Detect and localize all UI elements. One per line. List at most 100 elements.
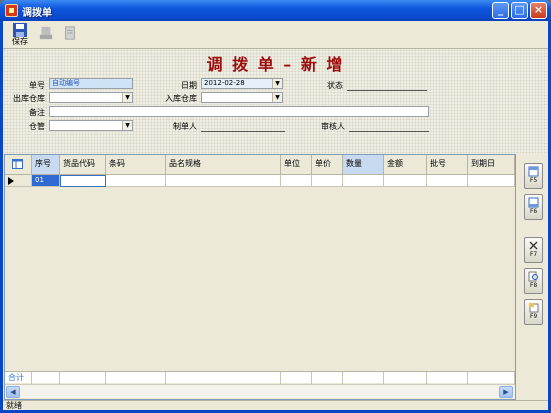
toolbar: 保存 — [3, 21, 548, 49]
total-cell — [106, 372, 166, 384]
window-title: 调拨单 — [22, 8, 52, 19]
delete-row-button[interactable]: F7 — [524, 237, 543, 263]
search-icon — [528, 271, 538, 282]
chevron-down-icon[interactable]: ▼ — [122, 93, 132, 102]
column-header[interactable]: 金额 — [384, 155, 427, 175]
import-icon — [529, 303, 539, 313]
status-field — [347, 90, 427, 91]
status-bar: 就绪 — [3, 400, 548, 410]
remark-label: 备注 — [29, 108, 45, 117]
column-header[interactable]: 品名规格 — [166, 155, 281, 175]
total-cell — [427, 372, 468, 384]
order-no-label: 单号 — [29, 81, 45, 90]
column-header[interactable]: 单位 — [281, 155, 312, 175]
insert-row-icon — [528, 166, 539, 177]
print-button[interactable] — [59, 23, 81, 47]
grid-header: 序号 货品代码 条码 品名规格 单位 单价 数量 金额 批号 到期日 — [5, 155, 515, 175]
total-cell — [32, 372, 60, 384]
insert-row-button[interactable]: F5 — [524, 163, 543, 189]
column-header[interactable]: 条码 — [106, 155, 166, 175]
name-spec-cell[interactable] — [166, 175, 281, 187]
floppy-disk-icon — [13, 23, 27, 37]
quantity-cell[interactable] — [343, 175, 384, 187]
chevron-down-icon[interactable]: ▼ — [272, 79, 282, 88]
total-cell — [384, 372, 427, 384]
order-no-field[interactable]: 自动编号 — [49, 78, 133, 89]
delete-row-key: F7 — [529, 251, 538, 258]
column-header[interactable]: 单价 — [312, 155, 343, 175]
grid-corner[interactable] — [5, 155, 32, 175]
barcode-cell[interactable] — [106, 175, 166, 187]
audit-button[interactable] — [35, 23, 57, 47]
table-row[interactable]: 01 — [5, 175, 515, 187]
append-row-button[interactable]: F6 — [524, 194, 543, 220]
save-label: 保存 — [12, 37, 28, 46]
delete-icon — [529, 241, 538, 250]
total-cell — [468, 372, 515, 384]
column-header[interactable]: 序号 — [32, 155, 60, 175]
out-warehouse-label: 出库仓库 — [13, 94, 45, 103]
status-label: 状态 — [327, 81, 343, 90]
item-code-cell[interactable] — [60, 175, 106, 187]
column-header[interactable]: 货品代码 — [60, 155, 106, 175]
maker-field — [201, 131, 285, 132]
document-icon — [65, 26, 75, 40]
unit-cell[interactable] — [281, 175, 312, 187]
date-picker[interactable]: 2012-02-28 ▼ — [201, 78, 283, 89]
close-button[interactable]: × — [530, 2, 547, 19]
save-button[interactable]: 保存 — [9, 23, 31, 47]
price-cell[interactable] — [312, 175, 343, 187]
form-header: 调 拨 单 – 新 增 单号 自动编号 日期 2012-02-28 ▼ 状态 出… — [3, 49, 548, 154]
client-area: 保存 调 拨 单 – 新 增 单号 自动编号 日期 2012-02-28 ▼ 状… — [3, 21, 548, 410]
detail-grid[interactable]: 序号 货品代码 条码 品名规格 单位 单价 数量 金额 批号 到期日 01 合计… — [4, 154, 516, 400]
horizontal-scrollbar[interactable]: ◀ ▶ — [5, 384, 515, 398]
total-cell — [281, 372, 312, 384]
append-row-key: F6 — [529, 208, 538, 215]
scroll-right-icon[interactable]: ▶ — [499, 386, 513, 398]
search-key: F8 — [529, 282, 538, 289]
in-warehouse-select[interactable]: ▼ — [201, 92, 283, 103]
chevron-down-icon[interactable]: ▼ — [272, 93, 282, 102]
total-cell — [312, 372, 343, 384]
in-warehouse-label: 入库仓库 — [165, 94, 197, 103]
append-row-icon — [528, 197, 539, 208]
maximize-button[interactable]: □ — [511, 2, 528, 19]
stamp-icon — [39, 26, 53, 40]
import-button[interactable]: F9 — [524, 299, 543, 325]
chevron-down-icon[interactable]: ▼ — [122, 121, 132, 130]
total-label: 合计 — [5, 372, 32, 384]
minimize-button[interactable]: _ — [492, 2, 509, 19]
expiry-cell[interactable] — [468, 175, 515, 187]
out-warehouse-select[interactable]: ▼ — [49, 92, 133, 103]
insert-row-key: F5 — [529, 177, 538, 184]
table-icon — [12, 159, 23, 169]
title-bar[interactable]: 调拨单 _ □ × — [0, 0, 551, 21]
seq-cell[interactable]: 01 — [32, 175, 60, 187]
column-header[interactable]: 批号 — [427, 155, 468, 175]
total-cell — [166, 372, 281, 384]
total-row: 合计 — [5, 371, 515, 384]
auditor-field — [349, 131, 429, 132]
row-indicator[interactable] — [5, 175, 32, 187]
keeper-label: 仓管 — [29, 122, 45, 131]
app-icon — [5, 4, 18, 17]
page-title: 调 拨 单 – 新 增 — [206, 55, 345, 74]
remark-field[interactable] — [49, 106, 429, 117]
date-value: 2012-02-28 — [204, 79, 245, 87]
app-window: 调拨单 _ □ × 保存 调 拨 单 – 新 增 单号 自动编号 日期 2012… — [0, 0, 551, 413]
column-header[interactable]: 数量 — [343, 155, 384, 175]
search-button[interactable]: F8 — [524, 268, 543, 294]
maker-label: 制单人 — [173, 122, 197, 131]
action-sidebar: F5 F6 F7 F8 F9 — [517, 154, 548, 400]
amount-cell[interactable] — [384, 175, 427, 187]
import-key: F9 — [529, 313, 538, 320]
date-label: 日期 — [181, 81, 197, 90]
column-header[interactable]: 到期日 — [468, 155, 515, 175]
keeper-select[interactable]: ▼ — [49, 120, 133, 131]
total-cell — [60, 372, 106, 384]
auditor-label: 审核人 — [321, 122, 345, 131]
batch-cell[interactable] — [427, 175, 468, 187]
scroll-left-icon[interactable]: ◀ — [6, 386, 20, 398]
row-pointer-icon — [8, 177, 14, 185]
total-cell — [343, 372, 384, 384]
